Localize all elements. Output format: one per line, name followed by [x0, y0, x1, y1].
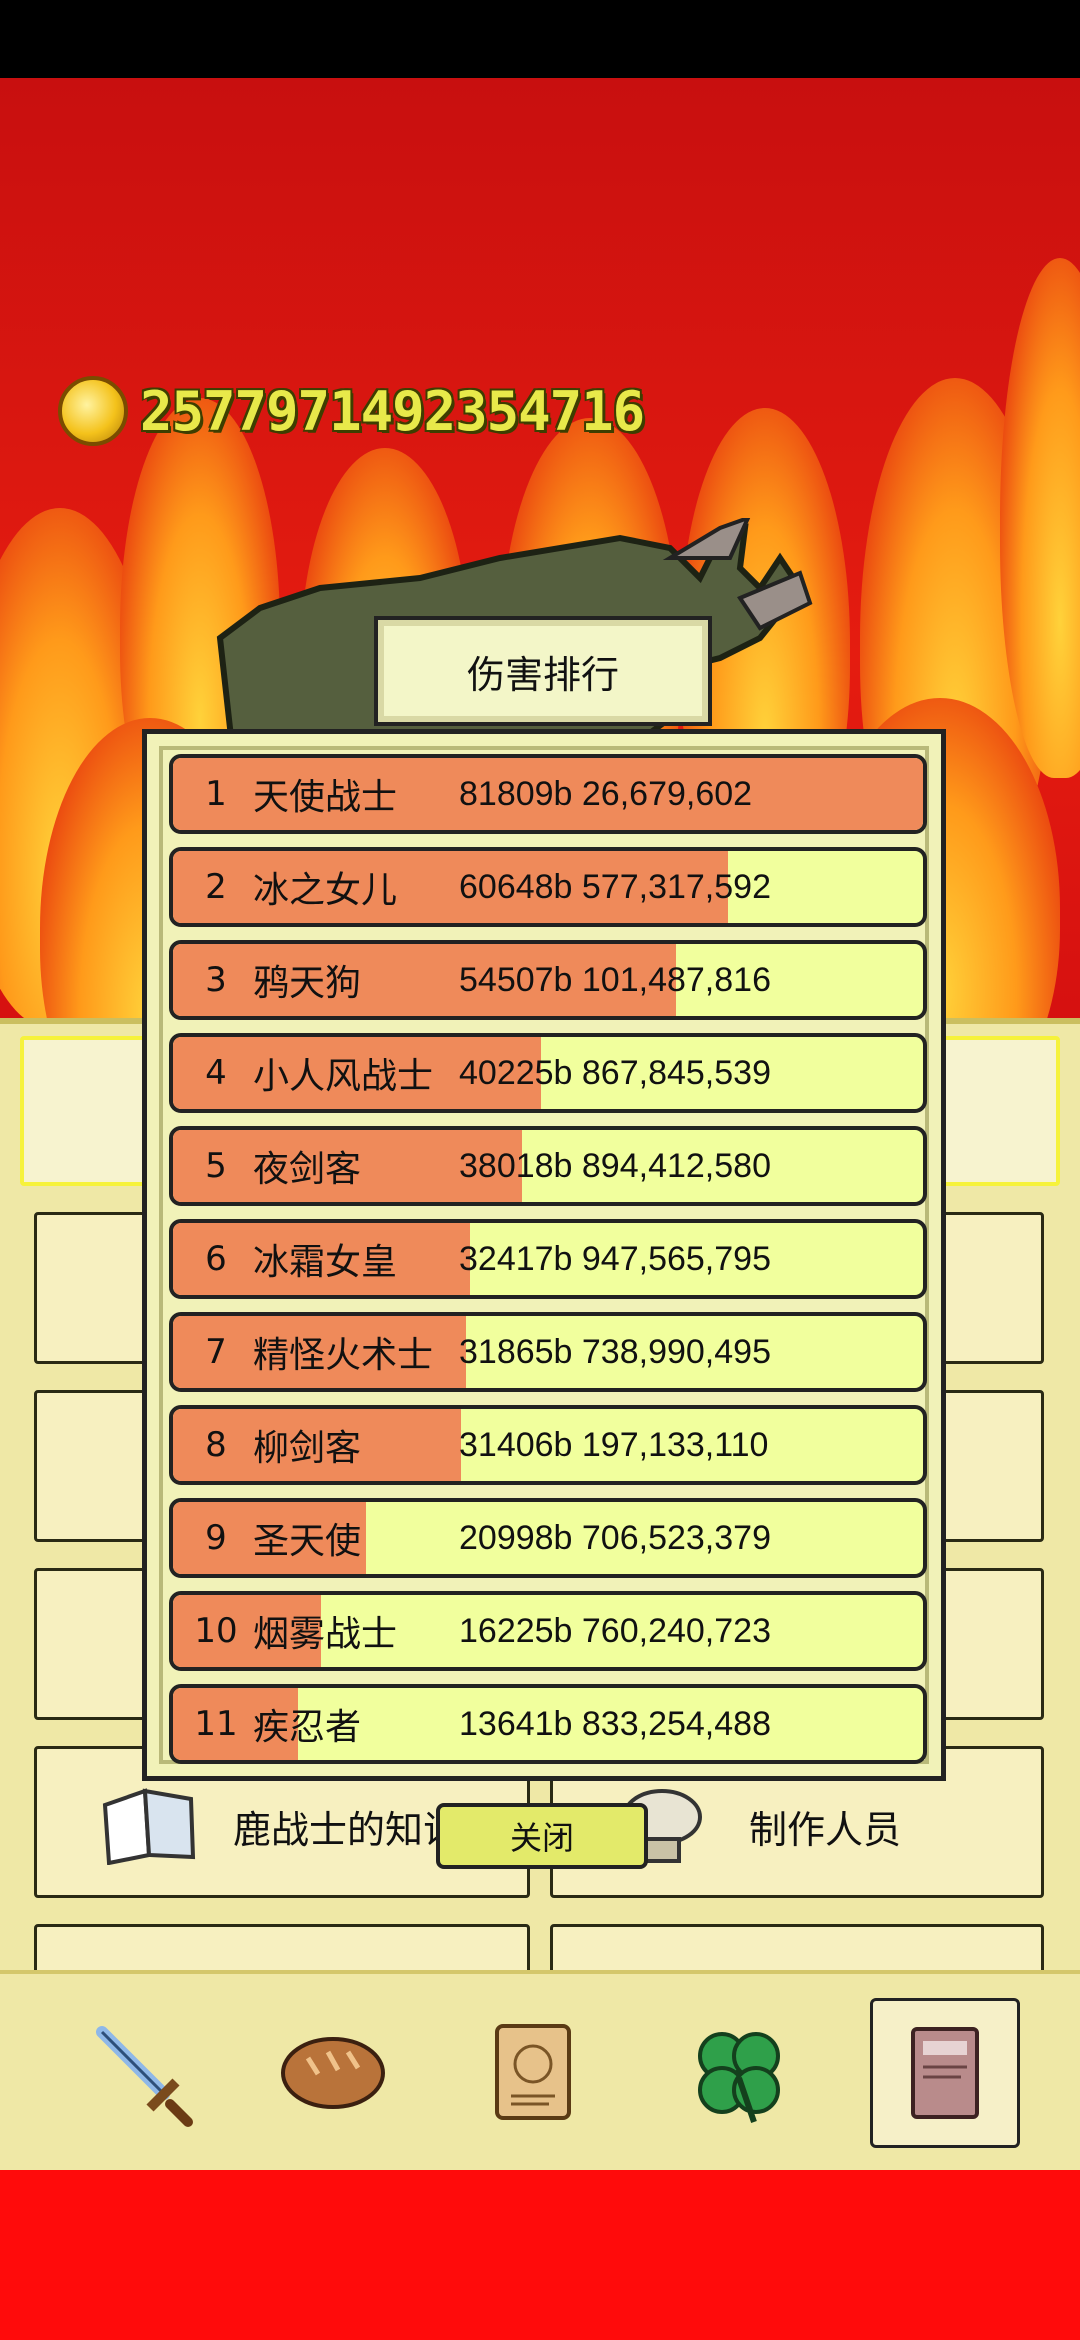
- hero-name: 圣天使: [253, 1521, 362, 1562]
- book-icon[interactable]: [870, 1998, 1020, 2148]
- rank-number: 7: [205, 1332, 227, 1372]
- background-bottom: [0, 2170, 1080, 2340]
- ranking-row: 7 精怪火术士 31865b 738,990,495: [169, 1312, 927, 1392]
- ranking-row: 6 冰霜女皇 32417b 947,565,795: [169, 1219, 927, 1299]
- hero-name: 鸦天狗: [253, 963, 362, 1004]
- rank-number: 4: [205, 1053, 227, 1093]
- sword-icon[interactable]: [64, 1998, 214, 2148]
- row-content: 6 冰霜女皇 32417b 947,565,795: [173, 1223, 923, 1295]
- status-bar: [0, 0, 1080, 78]
- coin-amount: 2577971492354716: [140, 379, 645, 443]
- damage-value: 32417b 947,565,795: [459, 1239, 771, 1278]
- row-content: 8 柳剑客 31406b 197,133,110: [173, 1409, 923, 1481]
- bread-icon[interactable]: [258, 1998, 408, 2148]
- ranking-row: 10 烟雾战士 16225b 760,240,723: [169, 1591, 927, 1671]
- close-button[interactable]: 关闭: [436, 1803, 648, 1869]
- row-content: 10 烟雾战士 16225b 760,240,723: [173, 1595, 923, 1667]
- ranking-row: 4 小人风战士 40225b 867,845,539: [169, 1033, 927, 1113]
- rank-number: 9: [205, 1518, 227, 1558]
- clover-icon[interactable]: [664, 1998, 814, 2148]
- damage-value: 60648b 577,317,592: [459, 867, 771, 906]
- bottom-nav: [0, 1970, 1080, 2174]
- rank-number: 8: [205, 1425, 227, 1465]
- hero-name: 柳剑客: [253, 1428, 362, 1469]
- hero-name: 疾忍者: [253, 1707, 362, 1748]
- coin-counter: 2577971492354716: [58, 373, 645, 449]
- hero-name: 精怪火术士: [253, 1335, 434, 1376]
- credits-label: 制作人员: [749, 1808, 902, 1852]
- damage-value: 16225b 760,240,723: [459, 1611, 771, 1650]
- coin-icon: [58, 376, 128, 446]
- ranking-row: 8 柳剑客 31406b 197,133,110: [169, 1405, 927, 1485]
- rank-number: 5: [205, 1146, 227, 1186]
- hero-name: 夜剑客: [253, 1149, 362, 1190]
- scroll-icon[interactable]: [458, 1998, 608, 2148]
- ranking-row: 11 疾忍者 13641b 833,254,488: [169, 1684, 927, 1764]
- row-content: 4 小人风战士 40225b 867,845,539: [173, 1037, 923, 1109]
- row-content: 2 冰之女儿 60648b 577,317,592: [173, 851, 923, 923]
- hero-name: 天使战士: [253, 777, 398, 818]
- ranking-row: 2 冰之女儿 60648b 577,317,592: [169, 847, 927, 927]
- rank-number: 11: [194, 1704, 238, 1744]
- rank-number: 2: [205, 867, 227, 907]
- damage-value: 38018b 894,412,580: [459, 1146, 771, 1185]
- hero-name: 冰之女儿: [253, 870, 398, 911]
- rank-number: 3: [205, 960, 227, 1000]
- ranking-row: 5 夜剑客 38018b 894,412,580: [169, 1126, 927, 1206]
- row-content: 7 精怪火术士 31865b 738,990,495: [173, 1316, 923, 1388]
- row-content: 3 鸦天狗 54507b 101,487,816: [173, 944, 923, 1016]
- damage-value: 81809b 26,679,602: [459, 774, 753, 813]
- damage-value: 20998b 706,523,379: [459, 1518, 771, 1557]
- row-content: 1 天使战士 81809b 26,679,602: [173, 758, 923, 830]
- ranking-row: 3 鸦天狗 54507b 101,487,816: [169, 940, 927, 1020]
- hero-name: 小人风战士: [253, 1056, 434, 1097]
- ranking-row: 9 圣天使 20998b 706,523,379: [169, 1498, 927, 1578]
- damage-value: 13641b 833,254,488: [459, 1704, 771, 1743]
- open-book-icon: [102, 1788, 196, 1865]
- ranking-row: 1 天使战士 81809b 26,679,602: [169, 754, 927, 834]
- row-content: 5 夜剑客 38018b 894,412,580: [173, 1130, 923, 1202]
- hero-name: 烟雾战士: [253, 1614, 398, 1655]
- damage-value: 40225b 867,845,539: [459, 1053, 771, 1092]
- rank-number: 10: [194, 1611, 238, 1651]
- rank-number: 6: [205, 1239, 227, 1279]
- deer-knowledge-label: 鹿战士的知识: [233, 1808, 462, 1852]
- rank-number: 1: [205, 774, 227, 814]
- row-content: 11 疾忍者 13641b 833,254,488: [173, 1688, 923, 1760]
- damage-value: 54507b 101,487,816: [459, 960, 771, 999]
- hero-name: 冰霜女皇: [253, 1242, 398, 1283]
- ranking-title: 伤害排行: [374, 616, 712, 726]
- row-content: 9 圣天使 20998b 706,523,379: [173, 1502, 923, 1574]
- damage-value: 31406b 197,133,110: [459, 1425, 769, 1464]
- damage-ranking-panel: 1 天使战士 81809b 26,679,602 2 冰之女儿 60648b 577,31…: [142, 729, 946, 1781]
- damage-value: 31865b 738,990,495: [459, 1332, 771, 1371]
